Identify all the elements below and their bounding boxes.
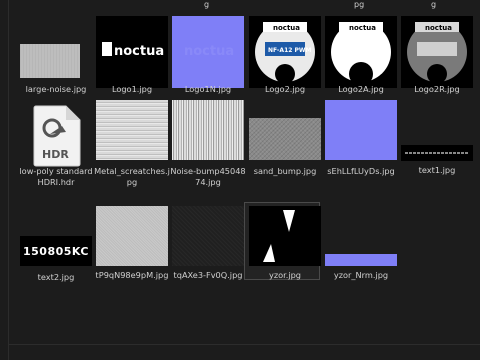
svg-text:noctua: noctua — [184, 44, 234, 59]
svg-text:noctua: noctua — [425, 24, 452, 32]
asset-thumbnail: noctua — [172, 16, 244, 88]
panel-bottom-border — [8, 344, 480, 345]
asset-thumbnail — [249, 206, 321, 266]
panel-left-border — [8, 0, 9, 360]
asset-label: sand_bump.jpg — [253, 166, 317, 176]
svg-text:noctua: noctua — [349, 24, 376, 32]
asset-thumbnail — [20, 44, 80, 78]
alpha-mask-icon: noctua — [331, 22, 391, 86]
asset-thumbnail — [401, 145, 473, 161]
asset-thumbnail — [325, 254, 397, 266]
asset-label: large-noise.jpg — [25, 84, 87, 94]
roughness-map-icon: noctua — [407, 22, 467, 84]
cut-label-1: g — [204, 0, 210, 9]
asset-thumbnail — [96, 206, 168, 266]
asset-thumbnail: noctua — [96, 16, 168, 88]
asset-thumbnail: noctua — [325, 16, 397, 88]
fan-sticker-icon: noctua NF-A12 PWM — [255, 22, 315, 84]
asset-label: low-poly standard HDRI.hdr — [19, 166, 93, 187]
asset-label: Logo1.jpg — [111, 84, 153, 94]
asset-label: yzor.jpg — [268, 270, 302, 280]
asset-label: text2.jpg — [37, 272, 75, 282]
text2-thumb-text: 150805KC — [22, 244, 90, 258]
svg-text:noctua: noctua — [114, 44, 164, 59]
asset-label: Logo2R.jpg — [414, 84, 460, 94]
triangle-mask-icon — [263, 210, 295, 262]
asset-thumbnail — [325, 100, 397, 160]
hdr-file-icon: HDR — [33, 105, 81, 167]
asset-label: Noise-bump4504874.jpg — [170, 166, 246, 187]
asset-label: tP9qN98e9pM.jpg — [95, 270, 169, 280]
asset-thumbnail — [96, 100, 168, 160]
asset-thumbnail — [172, 206, 244, 266]
asset-thumbnail: noctua NF-A12 PWM — [249, 16, 321, 88]
asset-label: Logo2.jpg — [264, 84, 306, 94]
noctua-logo-icon: noctua — [102, 42, 164, 59]
asset-thumbnail: noctua — [401, 16, 473, 88]
asset-label: Logo2A.jpg — [338, 84, 384, 94]
asset-thumbnail — [249, 118, 321, 160]
asset-browser-panel: g pg g large-noise.jpg noctua Logo1.jpg … — [0, 0, 480, 360]
text-strip-icon — [405, 152, 469, 154]
asset-thumbnail: 150805KC — [20, 236, 92, 266]
cut-label-2: pg — [354, 0, 365, 9]
asset-thumbnail: HDR — [20, 100, 92, 172]
asset-label: Metal_screatches.jpg — [94, 166, 170, 187]
normal-map-icon: noctua — [184, 44, 234, 59]
asset-label: text1.jpg — [418, 165, 456, 175]
asset-thumbnail — [172, 100, 244, 160]
svg-text:HDR: HDR — [42, 148, 69, 161]
cut-label-3: g — [431, 0, 437, 9]
asset-label: yzor_Nrm.jpg — [333, 270, 389, 280]
svg-text:noctua: noctua — [273, 24, 300, 32]
asset-label: sEhLLfLUyDs.jpg — [327, 166, 395, 176]
svg-text:NF-A12 PWM: NF-A12 PWM — [268, 47, 312, 54]
asset-label: tqAXe3-Fv0Q.jpg — [173, 270, 243, 280]
asset-label: Logo1N.jpg — [184, 84, 232, 94]
